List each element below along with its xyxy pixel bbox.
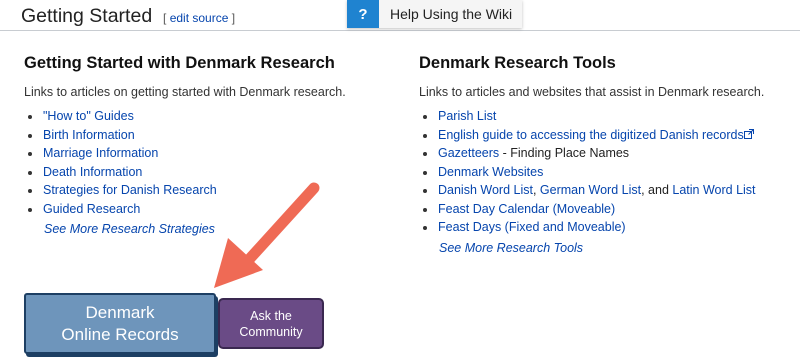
denmark-online-records-button[interactable]: Denmark Online Records (24, 293, 216, 354)
bullet-icon (28, 189, 32, 193)
left-heading: Getting Started with Denmark Research (24, 54, 335, 72)
english-guide-label: English guide to accessing the digitized… (438, 127, 744, 142)
denmark-button-line2: Online Records (61, 324, 179, 344)
list-item: Birth Information (24, 126, 384, 145)
section-header: Getting Started [ edit source ] ? Help U… (0, 0, 800, 31)
danish-word-list-link[interactable]: Danish Word List (438, 183, 533, 197)
help-label: Help Using the Wiki (379, 0, 523, 28)
english-guide-link[interactable]: English guide to accessing the digitized… (438, 128, 754, 142)
bullet-icon (28, 115, 32, 119)
list-item: Strategies for Danish Research (24, 181, 384, 200)
list-item: Death Information (24, 163, 384, 182)
list-item: Feast Days (Fixed and Moveable) (419, 218, 789, 237)
list-item: Feast Day Calendar (Moveable) (419, 200, 789, 219)
right-heading: Denmark Research Tools (419, 54, 616, 72)
denmark-websites-link[interactable]: Denmark Websites (438, 165, 543, 179)
comma-separator: , (532, 183, 540, 197)
guided-research-link[interactable]: Guided Research (43, 202, 140, 216)
gazetteers-link[interactable]: Gazetteers (438, 146, 499, 160)
bullet-icon (28, 170, 32, 175)
question-icon: ? (347, 0, 379, 28)
list-item: Marriage Information (24, 144, 384, 163)
help-using-wiki-button[interactable]: ? Help Using the Wiki (347, 0, 523, 28)
list-item: Parish List (419, 107, 789, 126)
left-list: "How to" Guides Birth Information Marria… (24, 107, 384, 218)
bullet-icon (423, 226, 427, 230)
page-title: Getting Started (21, 5, 153, 27)
birth-information-link[interactable]: Birth Information (43, 128, 135, 142)
see-more-strategies: See More Research Strategies (44, 220, 384, 238)
gazetteers-suffix: - Finding Place Names (499, 146, 630, 160)
latin-word-list-link[interactable]: Latin Word List (672, 183, 755, 197)
german-word-list-link[interactable]: German Word List (540, 183, 641, 197)
left-intro: Links to articles on getting started wit… (24, 85, 346, 99)
and-separator: , and (641, 183, 673, 197)
see-more-tools-link[interactable]: See More Research Tools (439, 241, 583, 255)
bullet-icon (423, 189, 427, 193)
death-information-link[interactable]: Death Information (43, 165, 142, 179)
right-intro: Links to articles and websites that assi… (419, 85, 765, 99)
right-list: Parish List English guide to accessing t… (419, 107, 789, 237)
edit-bracket-close: ] (231, 11, 236, 25)
bullet-icon (28, 152, 32, 156)
list-item: English guide to accessing the digitized… (419, 126, 789, 145)
community-button-line2: Community (239, 324, 303, 339)
feast-day-calendar-link[interactable]: Feast Day Calendar (Moveable) (438, 202, 615, 216)
bullet-icon (423, 115, 427, 119)
bullet-icon (423, 152, 427, 156)
getting-started-column: Getting Started with Denmark Research Li… (24, 52, 384, 238)
research-tools-column: Denmark Research Tools Links to articles… (419, 52, 789, 257)
parish-list-link[interactable]: Parish List (438, 109, 496, 123)
external-link-icon (743, 128, 754, 139)
list-item: Denmark Websites (419, 163, 789, 182)
see-more-strategies-link[interactable]: See More Research Strategies (44, 222, 215, 236)
list-item: Danish Word List, German Word List, and … (419, 181, 789, 200)
bullet-icon (423, 170, 427, 175)
see-more-tools: See More Research Tools (439, 239, 789, 257)
strategies-link[interactable]: Strategies for Danish Research (43, 183, 217, 197)
bullet-icon (28, 133, 32, 138)
ask-the-community-button[interactable]: Ask the Community (218, 298, 324, 349)
edit-bracket-open: [ (163, 11, 167, 25)
bullet-icon (423, 133, 427, 138)
list-item: "How to" Guides (24, 107, 384, 126)
bullet-icon (28, 207, 32, 212)
edit-source-link[interactable]: edit source (170, 11, 229, 25)
edit-source: [ edit source ] (163, 11, 235, 25)
bullet-icon (423, 207, 427, 212)
feast-days-link[interactable]: Feast Days (Fixed and Moveable) (438, 220, 626, 234)
community-button-line1: Ask the (250, 308, 292, 323)
list-item: Gazetteers - Finding Place Names (419, 144, 789, 163)
denmark-button-line1: Denmark (85, 302, 155, 322)
list-item: Guided Research (24, 200, 384, 219)
how-to-guides-link[interactable]: "How to" Guides (43, 109, 134, 123)
marriage-information-link[interactable]: Marriage Information (43, 146, 158, 160)
